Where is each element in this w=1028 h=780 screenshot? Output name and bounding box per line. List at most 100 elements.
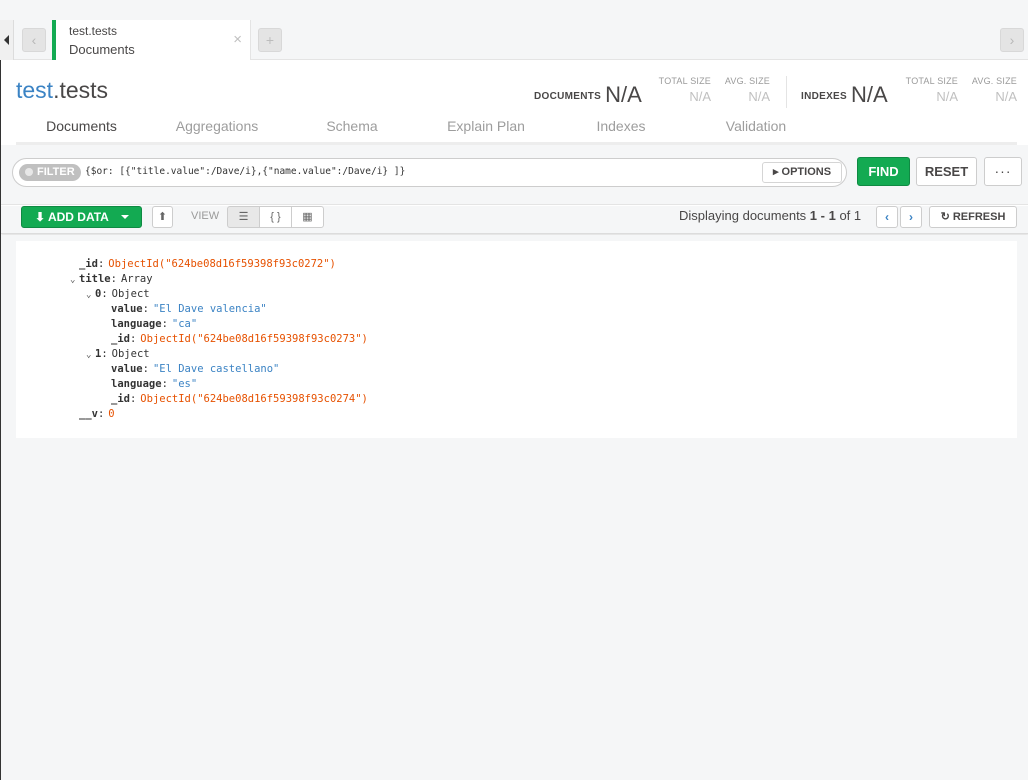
top-gap: [0, 0, 1028, 20]
field-key: __v: [79, 408, 98, 420]
field-value: ObjectId("624be08d16f59398f93c0274"): [140, 393, 368, 405]
field-value: ObjectId("624be08d16f59398f93c0273"): [140, 333, 368, 345]
export-button[interactable]: ⬆: [152, 206, 173, 228]
page-title: test.tests: [16, 77, 108, 104]
forward-button[interactable]: ›: [1000, 28, 1024, 52]
field-row: _id: ObjectId("624be08d16f59398f93c0272"): [79, 258, 336, 270]
field-key: language: [111, 378, 162, 390]
new-tab-button[interactable]: +: [258, 28, 282, 52]
avg-size-label: AVG. SIZE: [724, 76, 770, 86]
download-icon: ⬇: [35, 210, 48, 224]
pagination-summary: Displaying documents 1 - 1 of 1: [679, 208, 861, 223]
field-row: language: "ca": [111, 318, 198, 330]
field-value: "es": [171, 378, 198, 390]
index-total-size-stat: TOTAL SIZE N/A: [901, 76, 958, 104]
reset-button[interactable]: RESET: [916, 157, 977, 186]
total-size-label: TOTAL SIZE: [658, 76, 711, 86]
range-start: 1: [809, 208, 818, 223]
chevron-left-icon: ‹: [885, 210, 889, 224]
back-button[interactable]: ‹: [22, 28, 46, 52]
chevron-down-icon[interactable]: ⌄: [86, 348, 95, 363]
field-value: "El Dave valencia": [152, 303, 267, 315]
field-row: value: "El Dave castellano": [111, 363, 280, 375]
index-total-size-value: N/A: [936, 89, 958, 104]
indexes-value: N/A: [851, 82, 888, 107]
filter-badge: FILTER: [19, 164, 81, 181]
field-row: _id: ObjectId("624be08d16f59398f93c0273"): [111, 333, 368, 345]
chevron-down-icon[interactable]: ⌄: [86, 288, 95, 303]
tab-namespace: test.tests: [69, 24, 118, 38]
prev-page-button[interactable]: ‹: [876, 206, 898, 228]
field-row[interactable]: ⌄ 1: Object: [86, 347, 150, 363]
more-options-button[interactable]: ···: [984, 157, 1022, 186]
add-data-button[interactable]: ⬇ ADD DATA: [21, 206, 142, 228]
field-key: _id: [111, 393, 130, 405]
tab-validation[interactable]: Validation: [691, 118, 821, 145]
field-row[interactable]: ⌄ title: Array: [70, 272, 153, 288]
refresh-button[interactable]: ↻ REFRESH: [929, 206, 1017, 228]
upload-icon: ⬆: [157, 211, 168, 223]
collection-name: .tests: [53, 77, 109, 103]
documents-label: DOCUMENTS: [534, 90, 602, 102]
query-bar: FILTER {$or: [{"title.value":/Dave/i},{"…: [1, 145, 1028, 205]
avg-size-value: N/A: [748, 89, 770, 104]
field-row[interactable]: ⌄ 0: Object: [86, 287, 150, 303]
field-value: 0: [108, 408, 115, 420]
tab-documents[interactable]: Documents: [16, 118, 147, 148]
total-size-value: N/A: [689, 89, 711, 104]
indexes-stat: INDEXES N/A: [801, 82, 888, 108]
next-page-button[interactable]: ›: [900, 206, 922, 228]
caret-right-icon: ▸: [772, 166, 782, 178]
filter-dot-icon: [25, 168, 33, 176]
tab-schema[interactable]: Schema: [287, 118, 417, 145]
document-card[interactable]: _id: ObjectId("624be08d16f59398f93c0272")…: [16, 241, 1017, 438]
field-row: __v: 0: [79, 408, 115, 420]
tab-indexes[interactable]: Indexes: [556, 118, 686, 145]
chevron-down-icon[interactable]: ⌄: [70, 273, 79, 288]
field-row: value: "El Dave valencia": [111, 303, 267, 315]
chevron-right-icon: ›: [909, 210, 913, 224]
options-button[interactable]: ▸ OPTIONS: [762, 162, 842, 183]
tab-explain-plan[interactable]: Explain Plan: [421, 118, 551, 145]
tab-subtitle: Documents: [69, 42, 135, 57]
filter-input[interactable]: FILTER {$or: [{"title.value":/Dave/i},{"…: [12, 158, 847, 187]
field-value: "El Dave castellano": [152, 363, 280, 375]
filter-query-text[interactable]: {$or: [{"title.value":/Dave/i},{"name.va…: [85, 166, 405, 177]
find-button[interactable]: FIND: [857, 157, 910, 186]
refresh-icon: ↻: [940, 211, 953, 223]
range-separator: -: [817, 208, 829, 223]
tab-aggregations[interactable]: Aggregations: [152, 118, 282, 145]
chevron-down-icon: [121, 215, 129, 219]
index-avg-size-label: AVG. SIZE: [971, 76, 1017, 86]
options-label: OPTIONS: [781, 166, 832, 178]
total-count: 1: [853, 208, 862, 223]
documents-list: _id: ObjectId("624be08d16f59398f93c0272")…: [1, 235, 1028, 780]
tab-bar: ‹ test.tests Documents × + ›: [0, 20, 1028, 60]
index-avg-size-stat: AVG. SIZE N/A: [966, 76, 1017, 104]
list-view-button[interactable]: ☰: [227, 206, 260, 228]
caret-left-icon: [4, 35, 9, 45]
json-view-button[interactable]: { }: [259, 206, 292, 228]
avg-size-stat: AVG. SIZE N/A: [719, 76, 770, 104]
field-type: Array: [120, 273, 153, 285]
stats-divider: [786, 76, 787, 108]
field-row: language: "es": [111, 378, 198, 390]
documents-toolbar: ⬇ ADD DATA ⬆ VIEW ☰ { } ▦ Displaying doc…: [1, 206, 1028, 234]
documents-stat: DOCUMENTS N/A: [534, 82, 642, 108]
field-key: value: [111, 303, 143, 315]
tab-test-tests[interactable]: test.tests Documents ×: [52, 20, 251, 60]
displaying-label: Displaying documents: [679, 208, 810, 223]
index-avg-size-value: N/A: [995, 89, 1017, 104]
field-key: _id: [79, 258, 98, 270]
table-view-button[interactable]: ▦: [291, 206, 324, 228]
filter-label: FILTER: [37, 166, 75, 178]
close-icon[interactable]: ×: [233, 31, 242, 48]
refresh-label: REFRESH: [952, 211, 1006, 223]
range-end: 1: [828, 208, 836, 223]
collection-view: test.tests DOCUMENTS N/A TOTAL SIZE N/A A…: [0, 60, 1028, 780]
field-key: title: [79, 273, 111, 285]
sidebar-toggle[interactable]: [0, 20, 14, 60]
indexes-label: INDEXES: [801, 90, 848, 102]
database-name[interactable]: test: [16, 77, 53, 103]
field-type: Object: [111, 288, 150, 300]
